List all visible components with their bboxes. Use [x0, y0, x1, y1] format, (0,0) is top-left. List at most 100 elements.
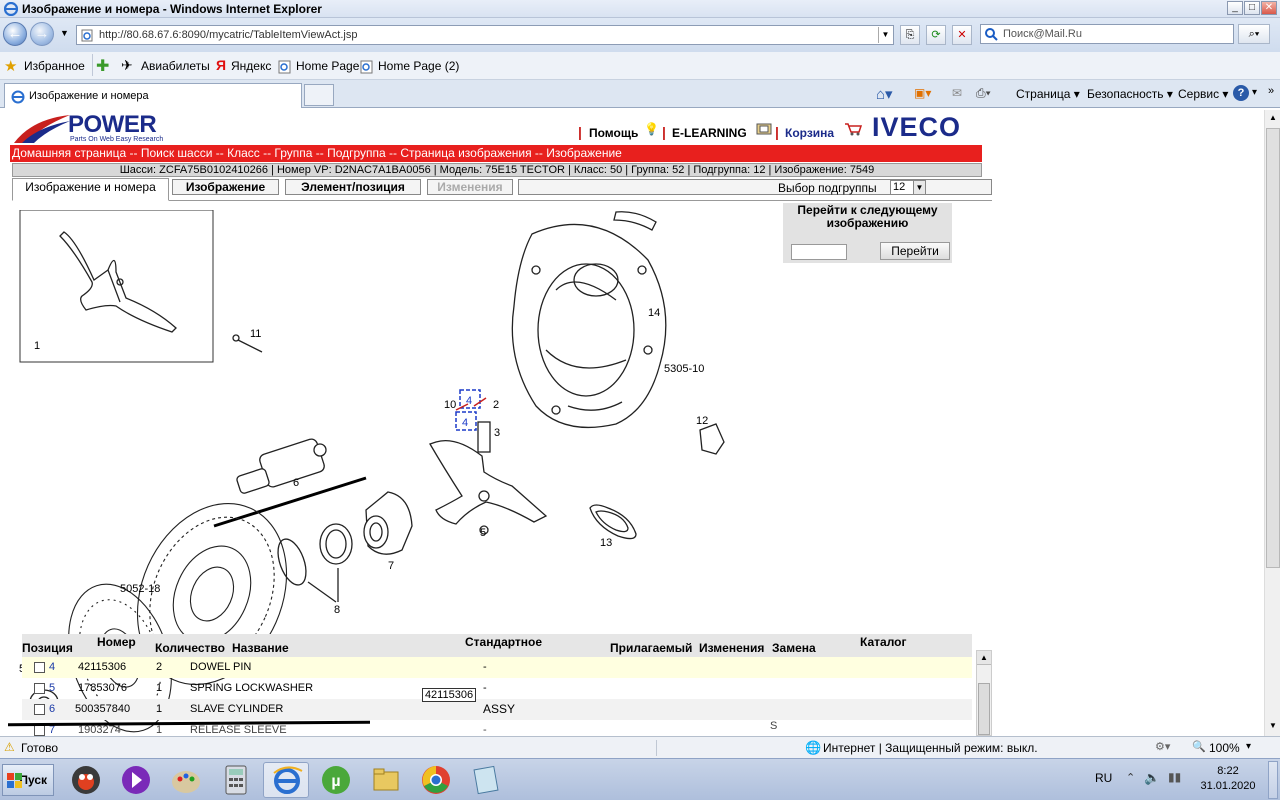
- svg-text:µ: µ: [331, 773, 340, 790]
- chevron-down-icon[interactable]: ▼: [913, 181, 925, 194]
- row-standard: -: [483, 661, 487, 673]
- maximize-button[interactable]: □: [1244, 1, 1260, 15]
- search-button[interactable]: ⌕▾: [1238, 24, 1270, 44]
- media-player-icon[interactable]: [116, 762, 156, 798]
- close-window-button[interactable]: ✕: [1261, 1, 1277, 15]
- file-explorer-icon[interactable]: [366, 762, 406, 798]
- cart-icon[interactable]: [844, 122, 862, 136]
- print-icon[interactable]: ⎙▾: [976, 86, 991, 101]
- plug-12-drawing: [699, 423, 725, 455]
- notepad-icon[interactable]: [466, 762, 506, 798]
- callout-label: 11: [250, 328, 261, 340]
- rss-icon[interactable]: ▣▾: [914, 86, 931, 100]
- address-text[interactable]: http://80.68.67.6:8090/mycatric/TableIte…: [99, 29, 357, 41]
- clock-date: 31.01.2020: [1200, 780, 1256, 792]
- compat-view-icon[interactable]: ⎘: [900, 25, 920, 45]
- mail-icon[interactable]: ✉: [952, 86, 962, 100]
- ie-taskbar-icon[interactable]: [263, 762, 309, 798]
- fav-link-homepage-2[interactable]: Home Page (2): [378, 59, 459, 73]
- number-tooltip: 42115306: [422, 688, 476, 702]
- column-header: Каталог: [860, 635, 907, 649]
- stop-icon[interactable]: ✕: [952, 25, 972, 45]
- forward-button[interactable]: →: [30, 22, 54, 46]
- back-button[interactable]: ←: [3, 22, 27, 46]
- table-row[interactable]: 5 17853076 1 SPRING LOCKWASHER -: [22, 678, 972, 699]
- tray-expand-icon[interactable]: ⌃: [1126, 771, 1135, 784]
- tab-images-numbers[interactable]: Изображение и номера: [12, 178, 169, 201]
- language-indicator[interactable]: RU: [1095, 771, 1112, 785]
- history-dropdown-icon[interactable]: ▼: [60, 28, 69, 38]
- start-button[interactable]: Пуск: [2, 764, 54, 796]
- page-icon: [278, 60, 291, 74]
- row-checkbox[interactable]: [34, 683, 45, 694]
- elearning-link[interactable]: E-LEARNING: [672, 126, 747, 140]
- subgroup-select[interactable]: 12 ▼: [890, 180, 926, 195]
- row-position-link[interactable]: 5: [49, 678, 55, 699]
- page-tabs: Изображение и номера Изображение Элемент…: [12, 178, 992, 201]
- row-checkbox[interactable]: [34, 704, 45, 715]
- page-menu[interactable]: Страница ▾: [1016, 87, 1080, 101]
- favorites-button[interactable]: Избранное: [24, 59, 85, 73]
- callout-label: 1: [34, 340, 40, 352]
- help-icon[interactable]: ?: [1233, 85, 1249, 101]
- callout-label[interactable]: 4: [462, 417, 468, 429]
- show-desktop-button[interactable]: [1268, 761, 1278, 799]
- scroll-up-icon[interactable]: ▲: [1266, 110, 1280, 126]
- new-tab-button[interactable]: [304, 84, 334, 106]
- row-position-link[interactable]: 4: [49, 657, 55, 678]
- help-link[interactable]: Помощь: [589, 126, 638, 140]
- tab-image[interactable]: Изображение: [172, 179, 279, 195]
- minimize-button[interactable]: _: [1227, 1, 1243, 15]
- network-icon[interactable]: ▮▮: [1168, 770, 1181, 784]
- angry-bird-app-icon[interactable]: [66, 762, 106, 798]
- add-favorite-icon[interactable]: ✚: [96, 56, 109, 76]
- search-input[interactable]: Поиск@Mail.Ru: [980, 24, 1234, 44]
- plane-icon: ✈: [121, 57, 133, 73]
- refresh-icon[interactable]: ⟳: [926, 25, 946, 45]
- address-dropdown-icon[interactable]: ▼: [878, 27, 892, 43]
- page-scrollbar[interactable]: ▲ ▼: [1264, 110, 1280, 736]
- scroll-up-icon[interactable]: ▲: [977, 651, 991, 665]
- callout-label: 13: [600, 537, 612, 549]
- fav-link-avia[interactable]: Авиабилеты: [141, 59, 210, 73]
- help-dropdown-icon[interactable]: ▾: [1252, 87, 1257, 98]
- tools-menu[interactable]: Сервис ▾: [1178, 87, 1228, 101]
- zoom-level[interactable]: 100%: [1209, 741, 1240, 755]
- zoom-dropdown-icon[interactable]: ▾: [1246, 741, 1251, 752]
- fav-link-yandex[interactable]: Яндекс: [231, 59, 271, 73]
- chrome-icon[interactable]: [416, 762, 456, 798]
- callout-label[interactable]: 4: [466, 395, 472, 407]
- paint-app-icon[interactable]: [166, 762, 206, 798]
- home-icon[interactable]: ⌂▾: [876, 85, 893, 103]
- table-row[interactable]: 4 42115306 2 DOWEL PIN -: [22, 657, 972, 678]
- tab-element-position[interactable]: Элемент/позиция: [285, 179, 421, 195]
- system-clock[interactable]: 8:22 31.01.2020: [1190, 764, 1266, 794]
- row-position-link[interactable]: 6: [49, 699, 55, 720]
- address-bar[interactable]: http://80.68.67.6:8090/mycatric/TableIte…: [76, 25, 894, 45]
- scroll-down-icon[interactable]: ▼: [1266, 718, 1280, 734]
- callout-label: 7: [388, 560, 394, 572]
- utorrent-icon[interactable]: µ: [316, 762, 356, 798]
- breadcrumb[interactable]: Домашняя страница -- Поиск шасси -- Клас…: [10, 145, 982, 162]
- browser-tab-active[interactable]: Изображение и номера: [4, 83, 302, 108]
- row-checkbox[interactable]: [34, 725, 45, 736]
- slave-cylinder-drawing: [232, 334, 327, 494]
- safety-menu[interactable]: Безопасность ▾: [1087, 87, 1173, 101]
- cart-link[interactable]: Корзина: [785, 126, 834, 140]
- mailru-search-icon: [985, 28, 998, 41]
- protected-mode-icon[interactable]: ⚙▾: [1155, 740, 1170, 753]
- row-checkbox[interactable]: [34, 662, 45, 673]
- calculator-icon[interactable]: [216, 762, 256, 798]
- scroll-thumb[interactable]: [978, 683, 990, 735]
- window-titlebar: Изображение и номера - Windows Internet …: [0, 0, 1280, 18]
- table-scrollbar[interactable]: ▲: [976, 650, 992, 736]
- power-logo[interactable]: POWER Parts On Web Easy Research: [12, 111, 178, 145]
- goto-button[interactable]: Перейти: [880, 242, 950, 260]
- volume-icon[interactable]: 🔈: [1144, 770, 1160, 786]
- more-icon[interactable]: »: [1268, 85, 1274, 97]
- scroll-thumb[interactable]: [1266, 128, 1280, 568]
- fav-link-homepage[interactable]: Home Page: [296, 59, 359, 73]
- table-row[interactable]: 6 500357840 1 SLAVE CYLINDER ASSY: [22, 699, 972, 720]
- goto-input[interactable]: [791, 244, 847, 260]
- tab-changes[interactable]: Изменения: [427, 179, 513, 195]
